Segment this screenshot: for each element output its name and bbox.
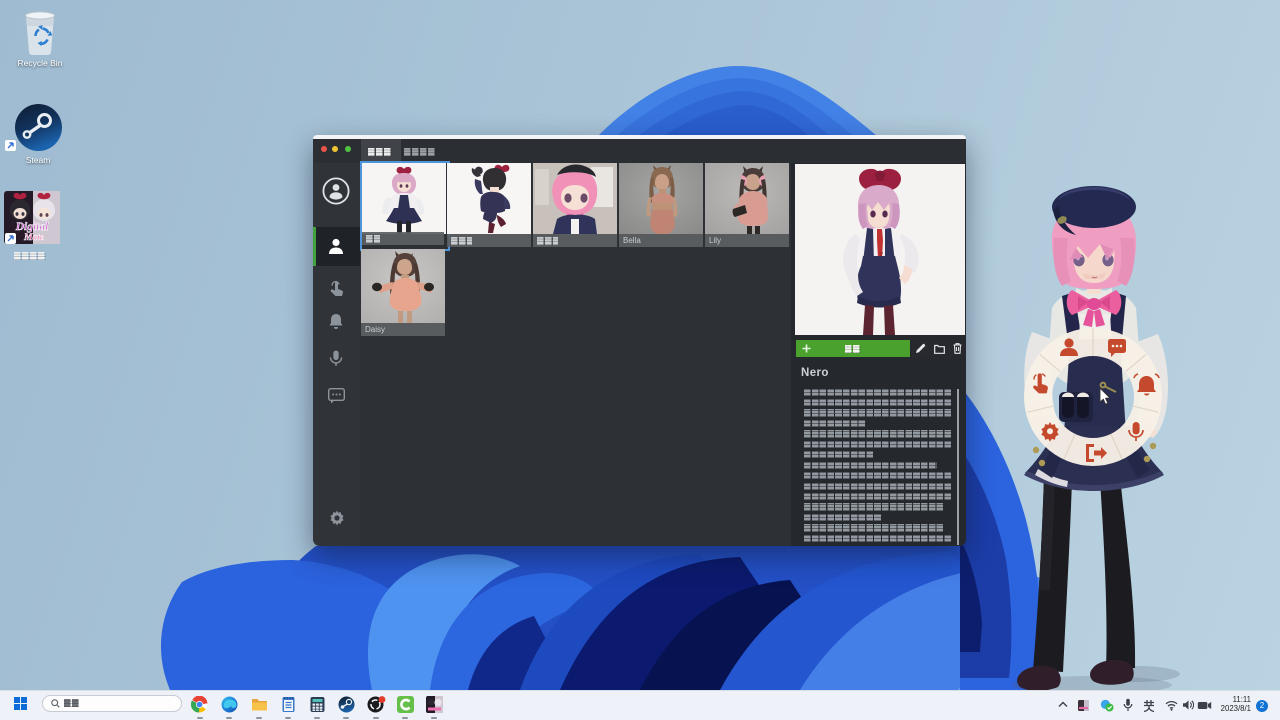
- svg-text:Mate: Mate: [23, 233, 45, 243]
- svg-text:Digital: Digital: [15, 221, 49, 233]
